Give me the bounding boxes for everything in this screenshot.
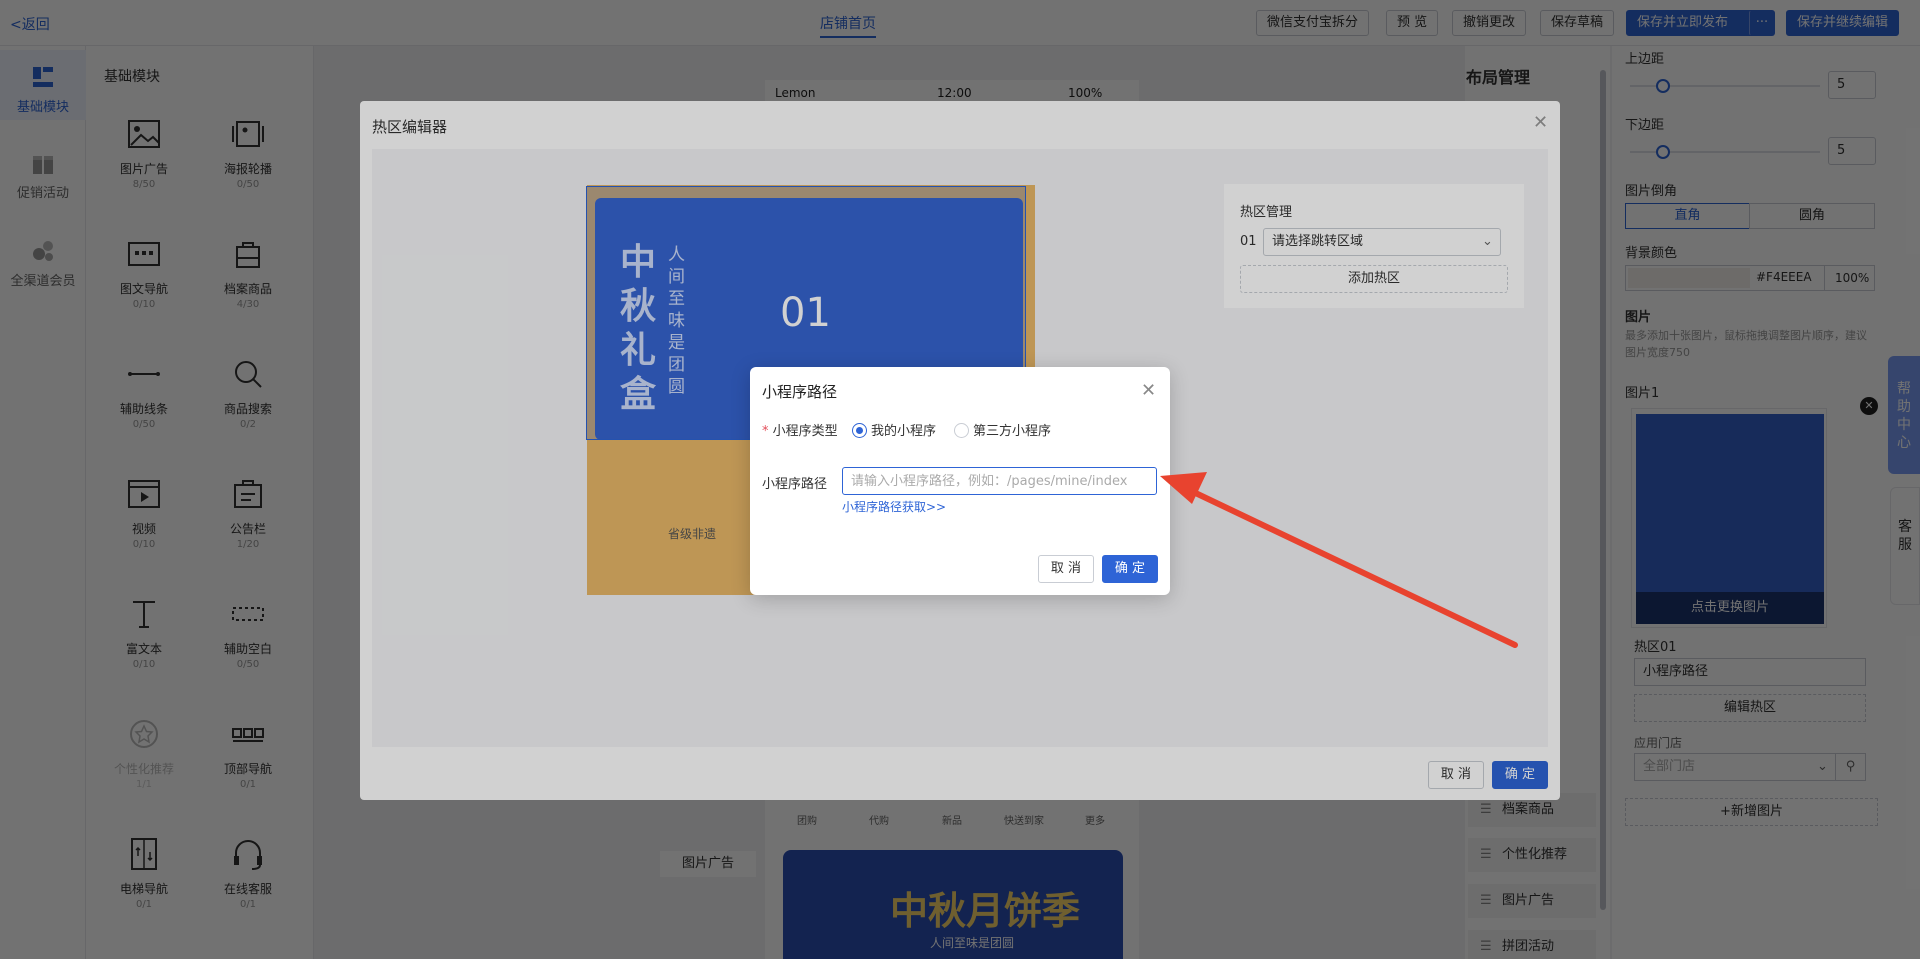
red-arrow-annotation — [1160, 472, 1518, 648]
arrow-shaft — [1182, 485, 1518, 648]
arrow-head — [1160, 472, 1207, 504]
